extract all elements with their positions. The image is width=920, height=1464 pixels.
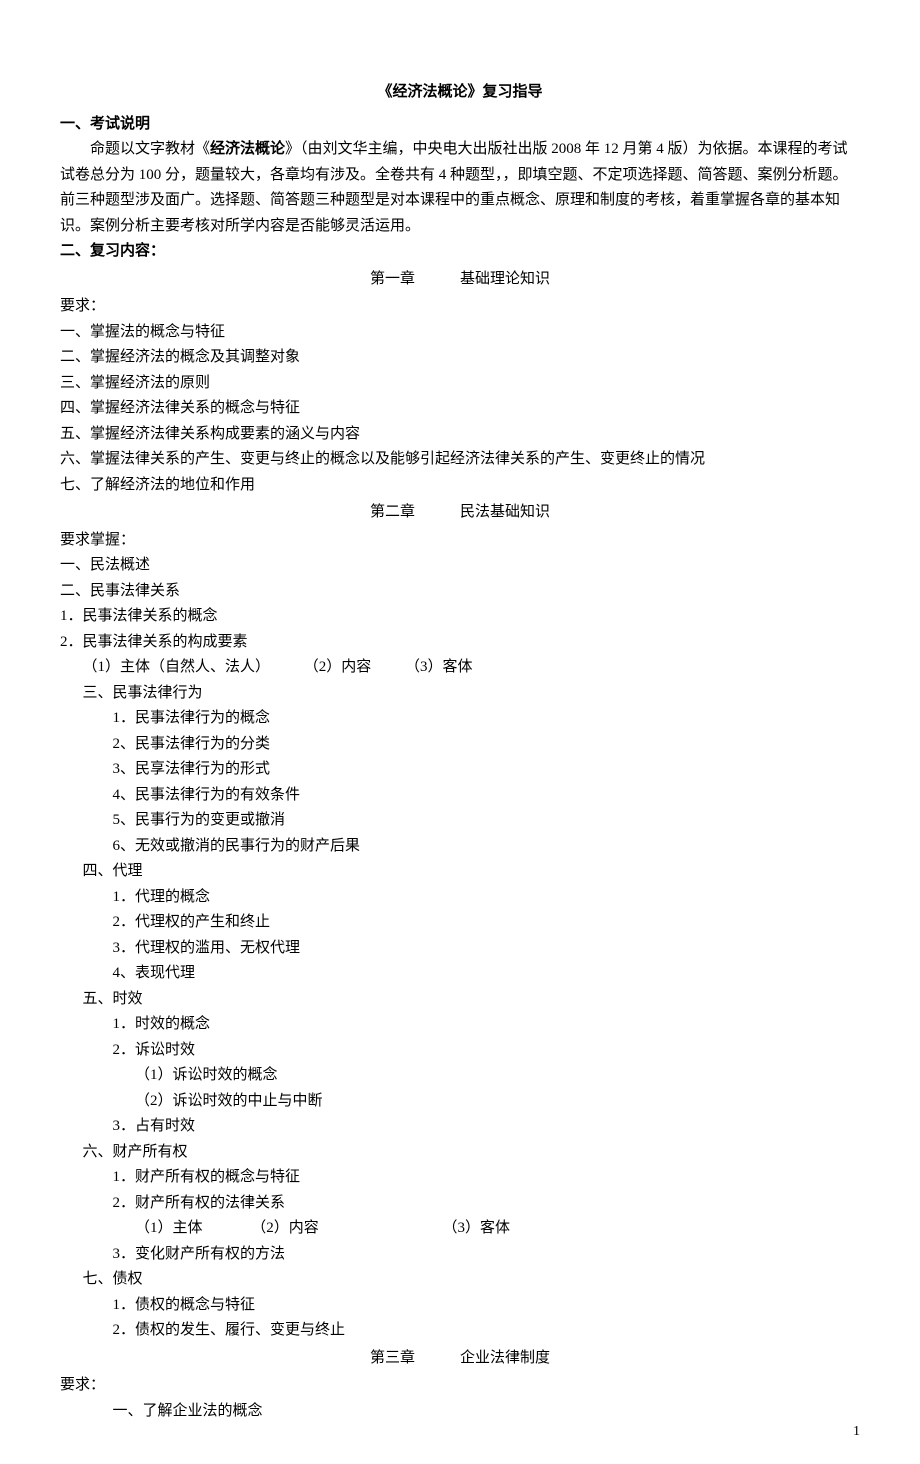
section-1-heading: 一、考试说明 [60,112,860,138]
chapter-3-num: 第三章 [370,1346,415,1372]
ch2-p2-2-c: （3）客体 [405,655,473,681]
ch1-item: 七、了解经济法的地位和作用 [60,473,860,499]
ch2-p7-2: 2．债权的发生、履行、变更与终止 [60,1318,860,1344]
doc-title: 《经济法概论》复习指导 [60,80,860,106]
chapter-3-heading: 第三章 企业法律制度 [60,1346,860,1372]
ch2-p3-5: 5、民事行为的变更或撤消 [60,808,860,834]
ch2-requirement: 要求掌握： [60,528,860,554]
ch2-p6-2-b: （2）内容 [251,1216,319,1242]
ch1-item: 六、掌握法律关系的产生、变更与终止的概念以及能够引起经济法律关系的产生、变更终止… [60,447,860,473]
page-number: 1 [853,1420,860,1444]
ch2-p2-2-b: （2）内容 [304,655,372,681]
ch2-p4-4: 4、表现代理 [60,961,860,987]
ch2-p3-4: 4、民事法律行为的有效条件 [60,783,860,809]
ch2-p2-1: 1．民事法律关系的概念 [60,604,860,630]
ch2-p3-6: 6、无效或撤消的民事行为的财产后果 [60,834,860,860]
ch2-p4-2: 2．代理权的产生和终止 [60,910,860,936]
ch2-p2: 二、民事法律关系 [60,579,860,605]
ch1-item: 三、掌握经济法的原则 [60,371,860,397]
ch2-p4-3: 3．代理权的滥用、无权代理 [60,936,860,962]
ch2-p5: 五、时效 [60,987,860,1013]
exam-description: 命题以文字教材《经济法概论》（由刘文华主编，中央电大出版社出版 2008 年 1… [60,137,860,239]
ch1-item: 五、掌握经济法律关系构成要素的涵义与内容 [60,422,860,448]
ch2-p7: 七、债权 [60,1267,860,1293]
section-2-heading: 二、复习内容： [60,239,860,265]
ch2-p2-2: 2．民事法律关系的构成要素 [60,630,860,656]
ch2-p6-2-a: （1）主体 [135,1216,203,1242]
ch2-p3-3: 3、民享法律行为的形式 [60,757,860,783]
ch2-p6-2-parts: （1）主体 （2）内容 （3）客体 [60,1216,860,1242]
ch2-p2-2-a: （1）主体（自然人、法人） [83,655,271,681]
ch2-p4-1: 1．代理的概念 [60,885,860,911]
ch2-p5-1: 1．时效的概念 [60,1012,860,1038]
chapter-2-heading: 第二章 民法基础知识 [60,500,860,526]
ch1-item: 四、掌握经济法律关系的概念与特征 [60,396,860,422]
ch2-p3-1: 1．民事法律行为的概念 [60,706,860,732]
chapter-1-num: 第一章 [370,267,415,293]
para-pre: 命题以文字教材《 [90,141,210,157]
ch1-item: 二、掌握经济法的概念及其调整对象 [60,345,860,371]
ch2-p6-2: 2．财产所有权的法律关系 [60,1191,860,1217]
ch3-requirement: 要求： [60,1373,860,1399]
ch2-p6-2-c: （3）客体 [443,1216,511,1242]
ch3-p1: 一、了解企业法的概念 [60,1399,860,1425]
chapter-1-heading: 第一章 基础理论知识 [60,267,860,293]
ch2-p6-3: 3．变化财产所有权的方法 [60,1242,860,1268]
ch2-p5-2: 2．诉讼时效 [60,1038,860,1064]
ch2-p6-1: 1．财产所有权的概念与特征 [60,1165,860,1191]
ch2-p5-2-1: （1）诉讼时效的概念 [60,1063,860,1089]
ch1-item: 一、掌握法的概念与特征 [60,320,860,346]
ch2-p5-3: 3．占有时效 [60,1114,860,1140]
chapter-2-title: 民法基础知识 [460,504,550,520]
ch2-p3: 三、民事法律行为 [60,681,860,707]
ch2-p5-2-2: （2）诉讼时效的中止与中断 [60,1089,860,1115]
ch2-p4: 四、代理 [60,859,860,885]
textbook-name: 经济法概论 [210,141,285,157]
ch1-requirement: 要求： [60,294,860,320]
chapter-3-title: 企业法律制度 [460,1350,550,1366]
ch2-p1: 一、民法概述 [60,553,860,579]
chapter-2-num: 第二章 [370,500,415,526]
ch2-p3-2: 2、民事法律行为的分类 [60,732,860,758]
ch2-p7-1: 1．债权的概念与特征 [60,1293,860,1319]
ch2-p2-2-parts: （1）主体（自然人、法人） （2）内容 （3）客体 [60,655,860,681]
ch2-p6: 六、财产所有权 [60,1140,860,1166]
chapter-1-title: 基础理论知识 [460,271,550,287]
